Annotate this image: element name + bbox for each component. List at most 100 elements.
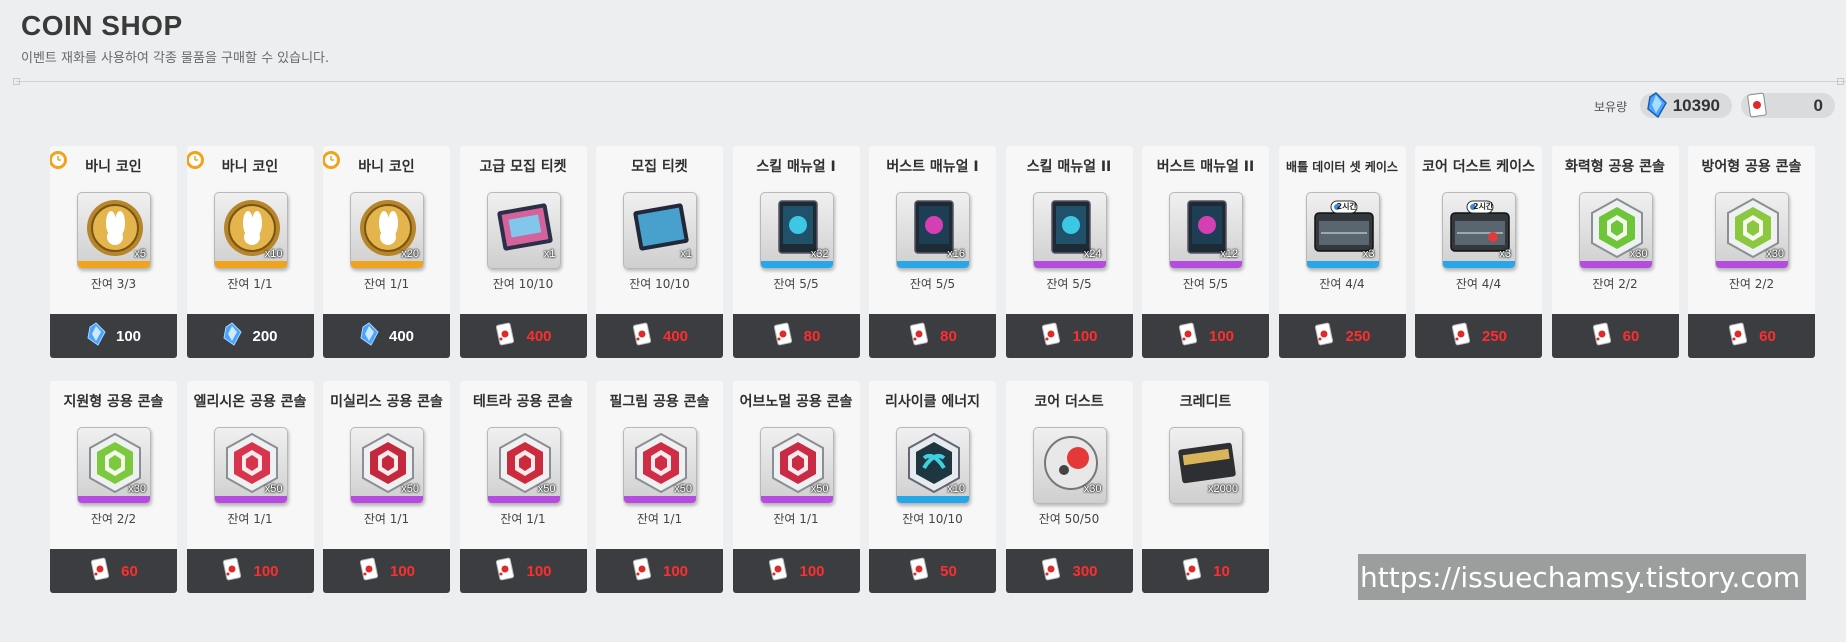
- shop-item-card[interactable]: 배틀 데이터 셋 케이스 2시간 x3 잔여 4/4 250: [1278, 146, 1406, 358]
- shop-item-card[interactable]: 스킬 매뉴얼 II x24 잔여 5/5 100: [1005, 146, 1133, 358]
- duration-tag: 2시간: [1473, 202, 1494, 211]
- shop-item-card[interactable]: 리사이클 에너지 x10 잔여 10/10 50: [869, 381, 996, 593]
- item-name: 스킬 매뉴얼 II: [1026, 159, 1112, 175]
- event-ticket-icon: [1727, 322, 1749, 350]
- shop-item-card[interactable]: 방어형 공용 콘솔 x30 잔여 2/2 60: [1688, 146, 1815, 358]
- shop-item-card[interactable]: 지원형 공용 콘솔 x30 잔여 2/2 60: [50, 381, 177, 593]
- item-name: 스킬 매뉴얼 I: [756, 159, 836, 175]
- event-ticket-icon: [1181, 557, 1203, 585]
- price-button[interactable]: 400: [459, 314, 587, 358]
- price-value: 100: [526, 562, 552, 580]
- price-button[interactable]: 100: [596, 549, 723, 593]
- gem-icon: [86, 322, 106, 350]
- shop-item-card[interactable]: 크레디트 x2000 10: [1142, 381, 1269, 593]
- item-name: 화력형 공용 콘솔: [1565, 159, 1665, 175]
- remaining-stock: 잔여 5/5: [909, 277, 956, 291]
- rarity-bar: [1443, 261, 1515, 268]
- price-button[interactable]: 50: [869, 549, 996, 593]
- remaining-stock: 잔여 1/1: [500, 512, 546, 526]
- item-quantity: x3: [1499, 248, 1511, 260]
- price-value: 80: [803, 327, 821, 345]
- price-value: 10: [1213, 562, 1230, 580]
- shop-item-card[interactable]: 코어 더스트 x30 잔여 50/50 300: [1005, 381, 1133, 593]
- shop-item-card[interactable]: 미실리스 공용 콘솔 x50 잔여 1/1 100: [323, 381, 450, 593]
- price-button[interactable]: 250: [1278, 314, 1406, 358]
- item-icon-frame: x50: [759, 427, 834, 504]
- remaining-stock: 잔여 1/1: [636, 512, 683, 526]
- item-quantity: x16: [947, 248, 965, 260]
- shop-item-card[interactable]: 코어 더스트 케이스 2시간 x3 잔여 4/4 250: [1415, 146, 1542, 358]
- shop-item-card[interactable]: 필그림 공용 콘솔 x50 잔여 1/1 100: [596, 381, 723, 593]
- shop-item-card[interactable]: 버스트 매뉴얼 II x12 잔여 5/5 100: [1142, 146, 1269, 358]
- item-quantity: x50: [537, 483, 556, 495]
- price-button[interactable]: 300: [1005, 549, 1133, 593]
- item-quantity: x10: [264, 248, 283, 260]
- price-button[interactable]: 60: [1551, 314, 1679, 358]
- item-name: 방어형 공용 콘솔: [1701, 159, 1802, 175]
- shop-item-card[interactable]: 스킬 매뉴얼 I x32 잔여 5/5 80: [732, 146, 860, 358]
- item-name: 크레디트: [1179, 394, 1232, 410]
- item-quantity: x5: [134, 248, 146, 260]
- price-value: 60: [1759, 327, 1776, 345]
- price-button[interactable]: 100: [186, 549, 314, 593]
- price-button[interactable]: 60: [1688, 314, 1815, 358]
- rarity-bar: [1170, 496, 1242, 503]
- gem-icon: [359, 322, 379, 350]
- rarity-bar: [78, 261, 150, 268]
- price-button[interactable]: 400: [596, 314, 723, 358]
- price-value: 400: [388, 327, 415, 345]
- price-button[interactable]: 80: [732, 314, 860, 358]
- shop-item-card[interactable]: 바니 코인 x10 잔여 1/1 200: [186, 146, 314, 358]
- item-quantity: x50: [810, 483, 829, 495]
- shop-item-card[interactable]: 엘리시온 공용 콘솔 x50 잔여 1/1 100: [186, 381, 314, 593]
- price-button[interactable]: 60: [50, 549, 177, 593]
- remaining-stock: 잔여 10/10: [902, 512, 963, 526]
- price-button[interactable]: 100: [732, 549, 860, 593]
- price-button[interactable]: 100: [50, 314, 177, 358]
- item-name: 엘리시온 공용 콘솔: [193, 394, 307, 410]
- price-value: 100: [115, 327, 142, 345]
- item-name: 모집 티켓: [631, 159, 688, 175]
- item-name: 버스트 매뉴얼 I: [886, 159, 979, 175]
- rarity-bar: [351, 496, 423, 503]
- rarity-bar: [1579, 261, 1652, 268]
- price-value: 100: [662, 562, 689, 580]
- shop-item-card[interactable]: 고급 모집 티켓 x1 잔여 10/10 400: [459, 146, 587, 358]
- item-name: 바니 코인: [358, 159, 415, 175]
- price-button[interactable]: 250: [1415, 314, 1542, 358]
- item-name: 배틀 데이터 셋 케이스: [1286, 160, 1398, 174]
- remaining-stock: 잔여 10/10: [492, 277, 554, 291]
- shop-item-card[interactable]: 화력형 공용 콘솔 x30 잔여 2/2 60: [1551, 146, 1679, 358]
- price-button[interactable]: 100: [1005, 314, 1133, 358]
- shop-item-card[interactable]: 테트라 공용 콘솔 x50 잔여 1/1 100: [459, 381, 587, 593]
- item-name: 바니 코인: [85, 159, 142, 175]
- event-ticket-icon: [1313, 322, 1335, 350]
- price-button[interactable]: 100: [1142, 314, 1269, 358]
- price-button[interactable]: 200: [186, 314, 314, 358]
- price-button[interactable]: 400: [323, 314, 450, 358]
- item-icon-frame: x32: [759, 192, 834, 269]
- price-button[interactable]: 100: [459, 549, 587, 593]
- price-button[interactable]: 80: [869, 314, 996, 358]
- rarity-bar: [1033, 261, 1106, 268]
- item-quantity: x3: [1362, 248, 1375, 260]
- shop-item-card[interactable]: 모집 티켓 x1 잔여 10/10 400: [596, 146, 723, 358]
- item-name: 버스트 매뉴얼 II: [1156, 159, 1255, 175]
- item-icon-frame: x30: [1578, 192, 1653, 269]
- item-quantity: x30: [1766, 248, 1784, 260]
- item-quantity: x12: [1220, 248, 1238, 260]
- price-value: 80: [940, 327, 957, 345]
- shop-item-card[interactable]: 바니 코인 x20 잔여 1/1 400: [323, 146, 450, 358]
- shop-item-card[interactable]: 어브노멀 공용 콘솔 x50 잔여 1/1 100: [732, 381, 860, 593]
- price-value: 100: [799, 562, 825, 580]
- item-icon-frame: x50: [350, 427, 424, 504]
- shop-item-card[interactable]: 버스트 매뉴얼 I x16 잔여 5/5 80: [869, 146, 996, 358]
- item-quantity: x30: [128, 483, 146, 495]
- price-value: 200: [252, 327, 278, 345]
- remaining-stock: 잔여 1/1: [227, 277, 273, 291]
- item-quantity: x50: [674, 483, 692, 495]
- shop-item-card[interactable]: 바니 코인 x5 잔여 3/3 100: [50, 146, 177, 358]
- price-button[interactable]: 100: [323, 549, 450, 593]
- item-icon-frame: x50: [486, 427, 561, 504]
- price-button[interactable]: 10: [1142, 549, 1269, 593]
